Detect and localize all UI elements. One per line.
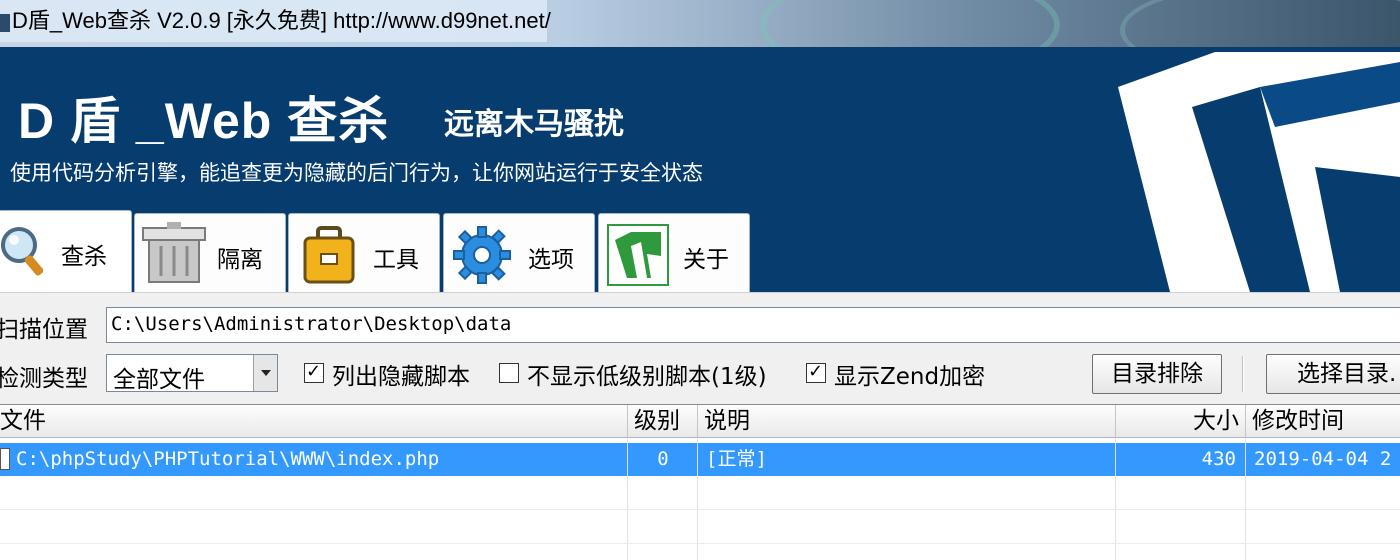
- column-header-level[interactable]: 级别: [628, 405, 698, 438]
- checkbox-show-zend[interactable]: ✓: [806, 361, 826, 383]
- checkbox-list-hidden[interactable]: ✓: [304, 361, 324, 383]
- tab-scan[interactable]: 查杀: [0, 210, 132, 293]
- grid-line: [1115, 438, 1116, 560]
- table-row[interactable]: C:\phpStudy\PHPTutorial\WWW\index.php 0 …: [0, 443, 1400, 476]
- window-title: D盾_Web查杀 V2.0.9 [永久免费] http://www.d99net…: [12, 8, 551, 33]
- tab-label: 关于: [683, 247, 729, 273]
- chevron-down-icon[interactable]: [253, 355, 277, 391]
- grid-line: [1245, 438, 1246, 560]
- option-label[interactable]: 列出隐藏脚本: [332, 357, 470, 391]
- tab-label: 工具: [373, 247, 419, 273]
- tab-quarantine[interactable]: 隔离: [134, 213, 286, 293]
- scan-type-value: 全部文件: [113, 367, 205, 393]
- tab-tools[interactable]: 工具: [288, 213, 440, 293]
- grid-line: [0, 543, 1400, 544]
- checkbox-hide-low-level[interactable]: [499, 363, 519, 383]
- option-label[interactable]: 不显示低级别脚本(1级): [527, 357, 767, 391]
- toolbar-separator: [1242, 356, 1244, 392]
- title-bar-decoration: [1120, 0, 1400, 47]
- cell-size: 430: [1201, 448, 1236, 470]
- tab-label: 隔离: [217, 247, 263, 273]
- tab-options[interactable]: 选项: [443, 213, 595, 293]
- tab-about[interactable]: 关于: [598, 213, 750, 293]
- cell-file: C:\phpStudy\PHPTutorial\WWW\index.php: [16, 448, 440, 470]
- app-icon: [0, 14, 10, 32]
- cell-desc: [正常]: [706, 448, 767, 470]
- cell-mtime: 2019-04-04 2: [1254, 448, 1392, 470]
- title-bar-decoration: [760, 0, 1060, 47]
- column-header-desc[interactable]: 说明: [698, 405, 1116, 438]
- d-logo-icon: [1118, 52, 1400, 292]
- magnifier-icon: [1, 227, 43, 276]
- column-header-file[interactable]: 文件: [0, 405, 628, 438]
- app-window: D盾_Web查杀 V2.0.9 [永久免费] http://www.d99net…: [0, 0, 1400, 560]
- exclude-dirs-button[interactable]: 目录排除: [1092, 354, 1222, 394]
- scan-location-input[interactable]: C:\Users\Administrator\Desktop\data: [106, 307, 1400, 343]
- cell-level: 0: [657, 448, 669, 470]
- checkmark-icon: ✓: [808, 361, 824, 382]
- title-bar[interactable]: D盾_Web查杀 V2.0.9 [永久免费] http://www.d99net…: [0, 0, 1400, 47]
- brand-subtitle: 使用代码分析引擎，能追查更为隐藏的后门行为，让你网站运行于安全状态: [10, 161, 703, 185]
- results-list[interactable]: 文件 级别 说明 大小 修改时间 C:\phpStudy\PHPTutorial…: [0, 404, 1400, 560]
- grid-line: [0, 509, 1400, 510]
- d-logo-icon: [607, 224, 669, 286]
- checkmark-icon: ✓: [306, 361, 322, 382]
- scan-location-label: 扫描位置: [0, 317, 88, 343]
- grid-line: [627, 438, 628, 560]
- column-header-mtime[interactable]: 修改时间: [1246, 405, 1400, 438]
- select-dir-button[interactable]: 选择目录.: [1266, 354, 1400, 394]
- scan-type-select[interactable]: 全部文件: [106, 354, 278, 393]
- php-file-icon: [0, 448, 10, 470]
- gear-icon: [453, 226, 511, 284]
- title-background: D盾_Web查杀 V2.0.9 [永久免费] http://www.d99net…: [0, 0, 551, 42]
- brand-slogan: 远离木马骚扰: [444, 107, 624, 142]
- scan-type-label: 检测类型: [0, 366, 88, 392]
- trash-bin-icon: [142, 222, 206, 283]
- tab-label: 查杀: [61, 244, 107, 270]
- tab-label: 选项: [528, 247, 574, 273]
- option-label[interactable]: 显示Zend加密: [834, 357, 985, 391]
- list-header: 文件 级别 说明 大小 修改时间: [0, 405, 1400, 438]
- grid-line: [697, 438, 698, 560]
- briefcase-icon: [303, 226, 355, 284]
- column-header-size[interactable]: 大小: [1116, 405, 1246, 438]
- brand-title: D 盾 _Web 查杀: [18, 93, 390, 149]
